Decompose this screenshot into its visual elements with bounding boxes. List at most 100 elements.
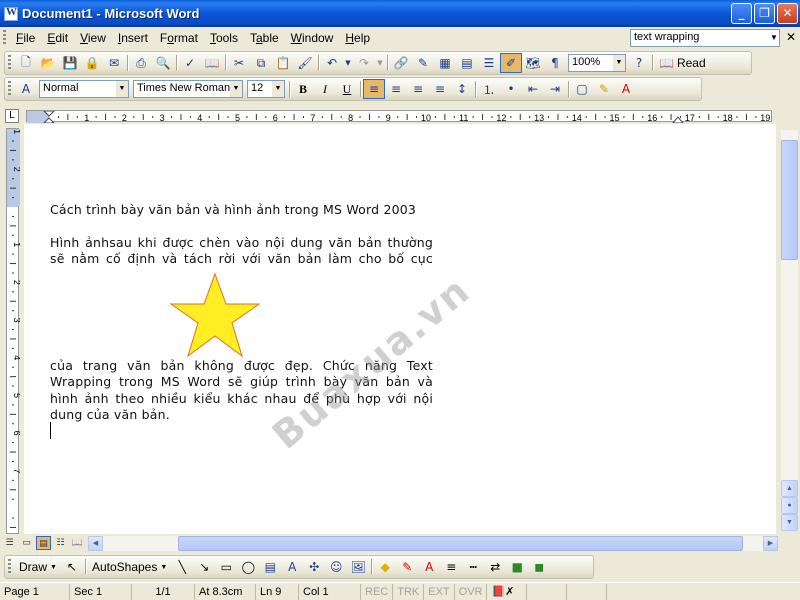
- menu-insert[interactable]: Insert: [112, 31, 154, 45]
- ask-question-input[interactable]: text wrapping: [630, 29, 780, 47]
- highlight-icon[interactable]: ✎: [593, 79, 615, 99]
- research-icon[interactable]: 📖: [201, 53, 223, 73]
- wordart-icon[interactable]: A: [281, 557, 303, 577]
- spelling-icon[interactable]: ✓: [179, 53, 201, 73]
- menu-edit[interactable]: Edit: [41, 31, 74, 45]
- menu-help[interactable]: Help: [339, 31, 376, 45]
- paste-icon[interactable]: 📋: [272, 53, 294, 73]
- dash-style-icon[interactable]: ┅: [462, 557, 484, 577]
- scrollbar-thumb[interactable]: [781, 140, 798, 260]
- status-trk[interactable]: TRK: [393, 583, 425, 600]
- line-icon[interactable]: ╲: [171, 557, 193, 577]
- clip-art-icon[interactable]: ☺: [325, 557, 347, 577]
- status-rec[interactable]: REC: [361, 583, 394, 600]
- toolbar-grip[interactable]: [8, 81, 11, 97]
- close-button[interactable]: ✕: [777, 3, 798, 24]
- borders-icon[interactable]: ▢: [571, 79, 593, 99]
- align-right-icon[interactable]: ≡: [407, 79, 429, 99]
- columns-icon[interactable]: ☰: [478, 53, 500, 73]
- bold-button[interactable]: B: [292, 79, 314, 99]
- hscroll-thumb[interactable]: [178, 536, 743, 551]
- permission-icon[interactable]: 🔒: [81, 53, 103, 73]
- select-objects-icon[interactable]: ↖: [61, 557, 83, 577]
- status-ext[interactable]: EXT: [424, 583, 455, 600]
- bullets-icon[interactable]: •: [500, 79, 522, 99]
- save-icon[interactable]: 💾: [59, 53, 81, 73]
- minimize-button[interactable]: _: [731, 3, 752, 24]
- font-color-icon[interactable]: A: [615, 79, 637, 99]
- redo-icon[interactable]: ↷: [353, 53, 375, 73]
- cut-icon[interactable]: ✂: [228, 53, 250, 73]
- tables-borders-icon[interactable]: ✎: [412, 53, 434, 73]
- align-center-icon[interactable]: ≡: [385, 79, 407, 99]
- text-box-icon[interactable]: ▤: [259, 557, 281, 577]
- paragraph-2-line-3[interactable]: hình ảnh theo nhiều kiểu khác nhau để ph…: [50, 391, 433, 408]
- scroll-right-icon[interactable]: ▶: [763, 536, 778, 551]
- font-color-draw-icon[interactable]: A: [418, 557, 440, 577]
- line-style-icon[interactable]: ≡: [440, 557, 462, 577]
- italic-button[interactable]: I: [314, 79, 336, 99]
- document-page[interactable]: Cách trình bày văn bản và hình ảnh trong…: [24, 124, 776, 534]
- ask-question-dropdown[interactable]: ▼: [768, 29, 780, 47]
- toolbar-grip[interactable]: [8, 55, 11, 71]
- paragraph-1-line-1[interactable]: Hình ảnhsau khi được chèn vào nội dung v…: [50, 235, 433, 252]
- ruler-bar[interactable]: 1 2 3 4 5 6 7 8 9 10 11 12 13 14 15 16 17 18 19: [26, 110, 795, 124]
- title-bar[interactable]: Document1 - Microsoft Word _ ❐ ✕: [0, 0, 800, 27]
- hyperlink-icon[interactable]: 🔗: [390, 53, 412, 73]
- undo-dropdown-icon[interactable]: ▼: [343, 53, 353, 73]
- format-painter-icon[interactable]: 🖌: [294, 53, 316, 73]
- next-page-icon[interactable]: ▼: [781, 514, 798, 531]
- 3d-style-icon[interactable]: ◼: [528, 557, 550, 577]
- draw-menu-button[interactable]: Draw ▼: [15, 560, 61, 574]
- word-app-icon[interactable]: [4, 6, 18, 21]
- rectangle-icon[interactable]: ▭: [215, 557, 237, 577]
- align-left-icon[interactable]: ≡: [363, 79, 385, 99]
- vertical-ruler[interactable]: 1 2 1 2 3 4 5 6 7: [6, 102, 22, 538]
- menu-format[interactable]: Format: [154, 31, 204, 45]
- decrease-indent-icon[interactable]: ⇤: [522, 79, 544, 99]
- document-close-icon[interactable]: ✕: [786, 30, 796, 44]
- print-preview-icon[interactable]: 🔍: [152, 53, 174, 73]
- styles-formatting-icon[interactable]: A: [15, 79, 37, 99]
- restore-button[interactable]: ❐: [754, 3, 775, 24]
- autoshapes-button[interactable]: AutoShapes ▼: [88, 560, 171, 574]
- copy-icon[interactable]: ⧉: [250, 53, 272, 73]
- document-map-icon[interactable]: 🗺: [522, 53, 544, 73]
- diagram-icon[interactable]: ✣: [303, 557, 325, 577]
- font-size-select[interactable]: 12 ▼: [247, 80, 285, 98]
- underline-button[interactable]: U: [336, 79, 358, 99]
- insert-picture-icon[interactable]: 🖼: [347, 557, 369, 577]
- insert-excel-icon[interactable]: ▤: [456, 53, 478, 73]
- horizontal-scrollbar[interactable]: ◀ ▶: [88, 536, 778, 551]
- normal-view-icon[interactable]: ☰: [2, 536, 17, 550]
- paragraph-1-line-2[interactable]: sẽ nằm cố định và tách rời với văn bản l…: [50, 251, 433, 268]
- show-hide-icon[interactable]: ¶: [544, 53, 566, 73]
- arrow-style-icon[interactable]: ⇄: [484, 557, 506, 577]
- redo-dropdown-icon[interactable]: ▼: [375, 53, 385, 73]
- shadow-style-icon[interactable]: ■: [506, 557, 528, 577]
- oval-icon[interactable]: ◯: [237, 557, 259, 577]
- paragraph-2-line-4[interactable]: dung của văn bản.: [50, 407, 433, 424]
- drawing-icon[interactable]: ✐: [500, 53, 522, 73]
- line-spacing-icon[interactable]: ↕: [451, 79, 473, 99]
- menu-window[interactable]: Window: [285, 31, 340, 45]
- spelling-status-icon[interactable]: 📕✗: [487, 583, 528, 600]
- fill-color-icon[interactable]: ◆: [374, 557, 396, 577]
- vertical-scrollbar[interactable]: ▲ ● ▼: [776, 124, 800, 534]
- style-select[interactable]: Normal ▼: [39, 80, 129, 98]
- status-ovr[interactable]: OVR: [455, 583, 488, 600]
- read-button[interactable]: 📖 Read: [655, 56, 710, 70]
- new-document-icon[interactable]: 🗋: [15, 53, 37, 73]
- menu-table[interactable]: Table: [244, 31, 285, 45]
- document-heading[interactable]: Cách trình bày văn bản và hình ảnh trong…: [50, 202, 433, 219]
- star-shape[interactable]: [169, 272, 261, 358]
- web-layout-icon[interactable]: ▭: [19, 536, 34, 550]
- scroll-left-icon[interactable]: ◀: [88, 536, 103, 551]
- email-icon[interactable]: ✉: [103, 53, 125, 73]
- numbering-icon[interactable]: ⒈: [478, 79, 500, 99]
- browse-object-icon[interactable]: ●: [781, 497, 798, 514]
- outline-view-icon[interactable]: ☷: [53, 536, 68, 550]
- justify-icon[interactable]: ≡: [429, 79, 451, 99]
- print-layout-icon[interactable]: ▤: [36, 536, 51, 550]
- menu-grip[interactable]: [3, 30, 6, 46]
